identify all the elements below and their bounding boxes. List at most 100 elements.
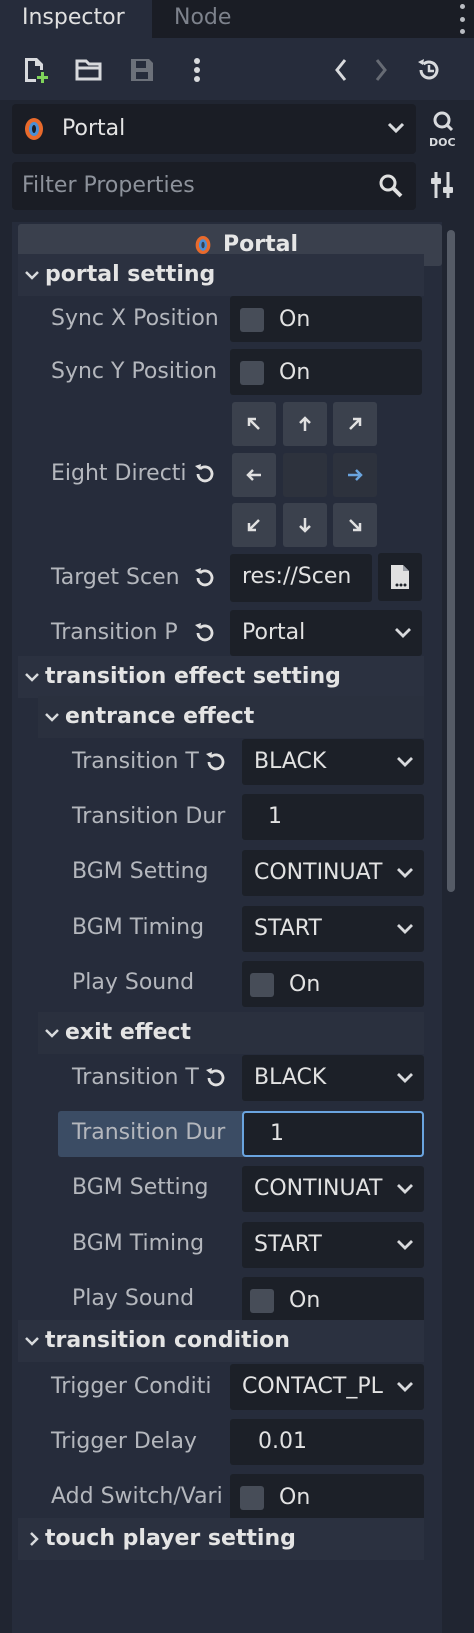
sync-y-checkbox[interactable] bbox=[240, 361, 264, 385]
tab-node[interactable]: Node bbox=[152, 0, 253, 38]
transition-p-value: Portal bbox=[242, 620, 306, 645]
arrow-up-icon bbox=[299, 416, 311, 431]
revert-icon[interactable] bbox=[192, 566, 216, 590]
chevron-down-icon bbox=[25, 1337, 39, 1346]
exit-bgm-setting-label: BGM Setting bbox=[72, 1175, 209, 1200]
inspector-toolbar bbox=[0, 38, 474, 100]
add-switch-checkbox[interactable] bbox=[240, 1486, 264, 1510]
chevron-down-icon bbox=[387, 122, 405, 134]
portal-icon bbox=[25, 118, 43, 140]
exit-bgm-timing-label: BGM Timing bbox=[72, 1231, 205, 1256]
history-back-icon[interactable] bbox=[326, 55, 356, 85]
entrance-transition-dur-label: Transition Dur bbox=[72, 804, 226, 829]
direction-up-button[interactable] bbox=[283, 402, 327, 446]
entrance-play-sound-value: On bbox=[289, 972, 321, 997]
section-touch-player-setting[interactable]: touch player setting bbox=[18, 1518, 424, 1560]
exit-play-sound-checkbox[interactable] bbox=[250, 1289, 274, 1313]
entrance-transition-dur-input[interactable]: 1 bbox=[242, 794, 424, 840]
direction-up-right-button[interactable] bbox=[333, 402, 377, 446]
direction-up-left-button[interactable] bbox=[232, 402, 276, 446]
transition-p-dropdown[interactable]: Portal bbox=[230, 610, 422, 656]
chevron-down-icon bbox=[397, 1184, 413, 1194]
section-label: transition condition bbox=[45, 1328, 290, 1353]
section-exit-effect[interactable]: exit effect bbox=[38, 1012, 424, 1054]
new-resource-icon[interactable] bbox=[20, 55, 50, 85]
exit-transition-dur-label: Transition Dur bbox=[72, 1120, 226, 1145]
target-scene-field[interactable]: res://Scen bbox=[230, 554, 372, 602]
exit-bgm-timing-dropdown[interactable]: START bbox=[242, 1222, 424, 1268]
entrance-bgm-setting-label: BGM Setting bbox=[72, 859, 209, 884]
add-switch-label: Add Switch/Vari bbox=[51, 1484, 223, 1509]
svg-text:DOC: DOC bbox=[429, 136, 456, 149]
section-label: portal setting bbox=[45, 262, 216, 287]
entrance-bgm-timing-label: BGM Timing bbox=[72, 915, 205, 940]
entrance-bgm-setting-dropdown[interactable]: CONTINUAT bbox=[242, 850, 424, 896]
trigger-condition-dropdown[interactable]: CONTACT_PL bbox=[230, 1364, 424, 1410]
entrance-bgm-timing-dropdown[interactable]: START bbox=[242, 906, 424, 952]
exit-transition-t-dropdown[interactable]: BLACK bbox=[242, 1055, 424, 1101]
filter-properties-input[interactable]: Filter Properties bbox=[12, 162, 416, 210]
scrollbar-thumb[interactable] bbox=[447, 230, 455, 892]
entrance-bgm-setting-value: CONTINUAT bbox=[254, 860, 383, 885]
open-folder-icon[interactable] bbox=[74, 55, 104, 85]
sync-x-label: Sync X Position bbox=[51, 306, 219, 331]
exit-bgm-setting-dropdown[interactable]: CONTINUAT bbox=[242, 1166, 424, 1212]
arrow-down-right-icon bbox=[349, 519, 362, 532]
entrance-transition-t-value: BLACK bbox=[254, 749, 327, 774]
history-forward-icon[interactable] bbox=[366, 55, 396, 85]
direction-right-button[interactable] bbox=[333, 453, 377, 497]
trigger-condition-value: CONTACT_PL bbox=[242, 1374, 383, 1399]
section-transition-condition[interactable]: transition condition bbox=[18, 1320, 424, 1362]
trigger-delay-value: 0.01 bbox=[258, 1429, 307, 1454]
trigger-condition-label: Trigger Conditi bbox=[51, 1374, 212, 1399]
section-entrance-effect[interactable]: entrance effect bbox=[38, 696, 424, 738]
load-file-button[interactable] bbox=[378, 553, 422, 601]
sync-y-label: Sync Y Position bbox=[51, 359, 218, 384]
direction-down-right-button[interactable] bbox=[333, 503, 377, 547]
exit-transition-dur-input[interactable]: 1 bbox=[242, 1111, 424, 1157]
chevron-down-icon bbox=[395, 628, 411, 638]
tools-icon bbox=[431, 172, 453, 198]
documentation-button[interactable]: DOC bbox=[428, 110, 464, 150]
tab-inspector[interactable]: Inspector bbox=[0, 0, 152, 38]
exit-play-sound-label: Play Sound bbox=[72, 1286, 195, 1311]
property-tools-button[interactable] bbox=[430, 170, 454, 204]
target-scene-value: res://Scen bbox=[242, 564, 352, 589]
save-icon[interactable] bbox=[127, 55, 157, 85]
section-label: exit effect bbox=[65, 1020, 192, 1045]
direction-down-left-button[interactable] bbox=[232, 503, 276, 547]
revert-icon[interactable] bbox=[203, 750, 227, 774]
chevron-down-icon bbox=[397, 924, 413, 934]
search-icon bbox=[379, 174, 403, 198]
exit-transition-t-label: Transition T bbox=[72, 1065, 199, 1090]
history-icon[interactable] bbox=[414, 55, 444, 85]
chevron-down-icon bbox=[397, 868, 413, 878]
chevron-down-icon bbox=[397, 1240, 413, 1250]
chevron-down-icon bbox=[45, 1029, 59, 1038]
trigger-delay-label: Trigger Delay bbox=[51, 1429, 197, 1454]
arrow-down-left-icon bbox=[247, 519, 260, 532]
section-transition-effect-setting[interactable]: transition effect setting bbox=[18, 656, 424, 698]
exit-transition-dur-value: 1 bbox=[270, 1121, 284, 1146]
revert-icon[interactable] bbox=[203, 1066, 227, 1090]
entrance-play-sound-checkbox[interactable] bbox=[250, 973, 274, 997]
direction-down-button[interactable] bbox=[283, 503, 327, 547]
direction-center-button[interactable] bbox=[283, 453, 327, 497]
section-portal-setting[interactable]: portal setting bbox=[18, 254, 424, 296]
doc-icon: DOC bbox=[429, 111, 456, 149]
entrance-transition-t-dropdown[interactable]: BLACK bbox=[242, 739, 424, 785]
eight-direction-label: Eight Directi bbox=[51, 461, 187, 486]
sync-x-checkbox[interactable] bbox=[240, 308, 264, 332]
filter-placeholder: Filter Properties bbox=[22, 173, 195, 198]
object-selector[interactable]: Portal bbox=[12, 104, 416, 154]
section-label: touch player setting bbox=[45, 1526, 296, 1551]
revert-icon[interactable] bbox=[192, 462, 216, 486]
revert-icon[interactable] bbox=[192, 621, 216, 645]
direction-left-button[interactable] bbox=[232, 453, 276, 497]
chevron-right-icon bbox=[30, 1532, 39, 1546]
dock-menu-icon[interactable] bbox=[460, 4, 466, 34]
trigger-delay-input[interactable]: 0.01 bbox=[230, 1419, 424, 1465]
arrow-down-icon bbox=[299, 518, 311, 533]
more-options-icon[interactable] bbox=[182, 55, 212, 85]
file-icon bbox=[391, 565, 409, 589]
